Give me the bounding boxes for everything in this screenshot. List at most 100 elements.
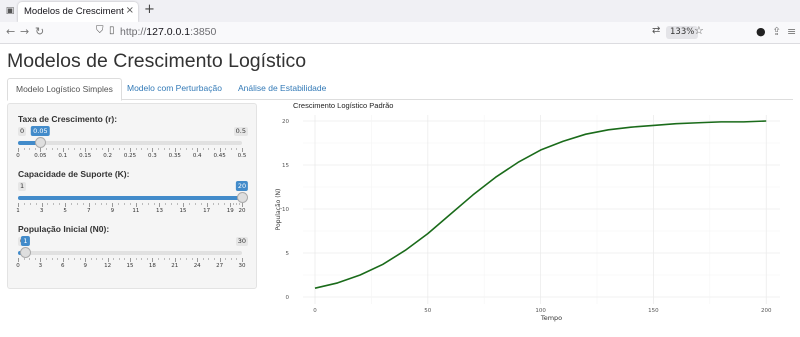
- url-text[interactable]: http://127.0.0.1:3850: [120, 26, 216, 38]
- slider-tick-label: 0.45: [213, 153, 226, 159]
- slider-tick: [135, 203, 137, 207]
- slider-tick-label: 11: [132, 208, 140, 214]
- slider-tick: [112, 203, 114, 207]
- slider-minor-tick: [200, 203, 202, 205]
- slider-minor-tick: [202, 258, 204, 260]
- slider-minor-tick: [102, 148, 103, 150]
- slider-track[interactable]: [18, 137, 242, 148]
- slider-minor-tick: [186, 148, 187, 150]
- slider-tick: [242, 203, 243, 207]
- tab-modelo-com-perturbacao[interactable]: Modelo com Perturbação: [119, 78, 230, 100]
- slider-minor-tick: [208, 258, 210, 260]
- slider-fill: [18, 196, 242, 200]
- slider-minor-tick: [94, 203, 96, 205]
- slider-tick-label: 0.4: [192, 153, 202, 159]
- slider-minor-tick: [177, 203, 179, 205]
- slider-tick-label: 17: [203, 208, 211, 214]
- share-icon[interactable]: ⇪: [772, 25, 781, 39]
- back-icon[interactable]: ←: [6, 25, 15, 39]
- slider-tick-label: 0.2: [103, 153, 112, 159]
- slider-minor-tick: [29, 148, 31, 150]
- slider-handle[interactable]: [19, 247, 31, 258]
- shield-icon[interactable]: ⛉: [96, 25, 104, 36]
- slider-tick-label: 0: [16, 153, 20, 159]
- slider-track[interactable]: [18, 247, 242, 258]
- reload-icon[interactable]: ↻: [35, 25, 44, 39]
- slider-minor-tick: [233, 203, 235, 205]
- slider-label-r: Taxa de Crescimento (r):: [18, 114, 118, 124]
- forward-icon[interactable]: →: [20, 25, 29, 39]
- slider-label-n0: População Inicial (N0):: [18, 224, 110, 234]
- slider-minor-tick: [165, 203, 167, 205]
- slider-tick-label: 27: [216, 263, 224, 269]
- y-tick-label: 0: [286, 295, 290, 301]
- slider-track[interactable]: [18, 192, 248, 203]
- slider-tick-label: 9: [110, 208, 115, 214]
- extension-icon[interactable]: ●: [756, 25, 766, 39]
- y-tick-label: 5: [286, 251, 290, 257]
- slider-tick: [152, 148, 154, 152]
- y-tick-label: 15: [282, 163, 289, 169]
- slider-minor-tick: [239, 203, 241, 205]
- slider-minor-tick: [236, 258, 238, 260]
- slider-min-label: 0: [18, 127, 27, 136]
- slider-ticks: 0 0.05 0.1 0.15 0.2 0.25 0.3 0.35 0.4 0.45 0.5: [16, 148, 246, 162]
- slider-minor-tick: [218, 203, 220, 205]
- new-tab-button[interactable]: +: [144, 3, 155, 17]
- y-tick-label: 20: [282, 119, 289, 125]
- translate-icon[interactable]: ⇄: [652, 25, 660, 36]
- slider-minor-tick: [135, 258, 137, 260]
- menu-icon[interactable]: ≡: [787, 25, 796, 39]
- tab-modelo-logistico-simples[interactable]: Modelo Logístico Simples: [7, 78, 122, 101]
- slider-tick-label: 0.3: [148, 153, 157, 159]
- slider-minor-tick: [53, 203, 55, 205]
- slider-minor-tick: [46, 148, 47, 150]
- slider-tick-label: 13: [155, 208, 163, 214]
- slider-minor-tick: [214, 148, 215, 150]
- slider-minor-tick: [59, 203, 61, 205]
- slider-minor-tick: [194, 203, 196, 205]
- slider-minor-tick: [141, 203, 143, 205]
- slider-tick-label: 1: [16, 208, 20, 214]
- star-icon[interactable]: ☆: [694, 24, 704, 37]
- close-tab-icon[interactable]: ×: [126, 5, 134, 16]
- slider-tick: [206, 203, 208, 207]
- url-bar[interactable]: ⛉ ▯ http://127.0.0.1:3850 ⇄ 133% ☆: [92, 24, 712, 41]
- slider-tick: [152, 258, 154, 262]
- slider-max-label: 30: [235, 237, 248, 246]
- slider-minor-tick: [90, 258, 92, 260]
- browser-tab[interactable]: Modelos de Crescimento Logístico ×: [18, 2, 138, 22]
- slider-tick-label: 18: [148, 263, 156, 269]
- page-icon[interactable]: ▯: [109, 25, 115, 36]
- slider-minor-tick: [163, 258, 165, 260]
- slider-minor-tick: [146, 148, 148, 150]
- slider-tick-label: 0.1: [58, 153, 68, 159]
- slider-minor-tick: [163, 148, 165, 150]
- slider-minor-tick: [180, 258, 182, 260]
- url-host: 127.0.0.1: [146, 26, 191, 38]
- slider-handle[interactable]: [236, 192, 248, 203]
- slider-minor-tick: [224, 203, 226, 205]
- slider-max-label: 0.5: [233, 127, 248, 136]
- slider-minor-tick: [202, 148, 204, 150]
- slider-tick: [41, 203, 43, 207]
- slider-label-k: Capacidade de Suporte (K):: [18, 169, 130, 179]
- slider-tick-label: 21: [171, 263, 179, 269]
- chart-title: Crescimento Logístico Padrão: [293, 101, 393, 110]
- slider-minor-tick: [79, 148, 81, 150]
- slider-handle[interactable]: [34, 137, 46, 148]
- tab-list-icon[interactable]: ▣: [4, 5, 16, 17]
- slider-minor-tick: [35, 203, 37, 205]
- tab-analise-de-estabilidade[interactable]: Análise de Estabilidade: [230, 78, 334, 100]
- slider-minor-tick: [124, 203, 126, 205]
- slider-tick-label: 3: [38, 263, 43, 269]
- slider-tick: [85, 148, 87, 152]
- slider-value-bubble: 0.05: [31, 126, 50, 136]
- slider-minor-tick: [113, 258, 115, 260]
- slider-minor-tick: [90, 148, 92, 150]
- slider-tick-label: 15: [126, 263, 134, 269]
- browser-navbar: ← → ↻ ⛉ ▯ http://127.0.0.1:3850 ⇄ 133% ☆…: [0, 22, 800, 44]
- slider-minor-tick: [146, 258, 148, 260]
- slider-tick: [130, 148, 131, 152]
- slider-minor-tick: [141, 258, 143, 260]
